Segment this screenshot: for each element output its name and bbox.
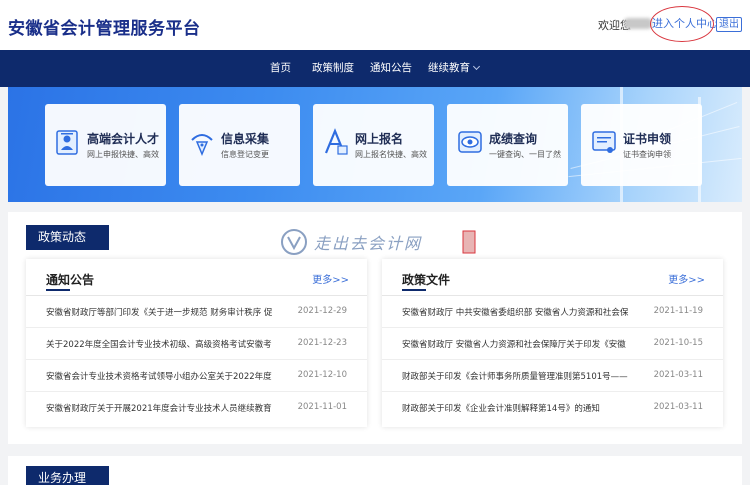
list-item-date: 2021-03-11 bbox=[653, 370, 703, 380]
register-icon bbox=[324, 128, 348, 155]
business-section: 业务办理 bbox=[8, 456, 742, 485]
list-item-title: 安徽省会计专业技术资格考试领导小组办公室关于2022年度 bbox=[46, 372, 272, 382]
list-item-title: 安徽省财政厅等部门印发《关于进一步规范 财务审计秩序 促 bbox=[46, 308, 273, 318]
list-item-title: 安徽省财政厅 安徽省人力资源和社会保障厅关于印发《安徽 bbox=[402, 340, 626, 350]
list-item-date: 2021-12-23 bbox=[297, 338, 347, 348]
feature-subtitle: 网上报名快捷、高效 bbox=[355, 150, 427, 159]
feature-subtitle: 信息登记变更 bbox=[221, 150, 269, 159]
list-item-title: 财政部关于印发《会计师事务所质量管理准则第5101号—— bbox=[402, 372, 628, 382]
red-seal-icon bbox=[462, 230, 476, 254]
feature-title: 证书申领 bbox=[623, 132, 672, 146]
list-item-title: 安徽省财政厅 中共安徽省委组织部 安徽省人力资源和社会保 bbox=[402, 308, 629, 318]
nav-item-home[interactable]: 首页 bbox=[270, 50, 291, 87]
section-title-policy: 政策动态 bbox=[26, 225, 109, 250]
top-header: 安徽省会计管理服务平台 欢迎您 进入个人中心 退出 bbox=[0, 0, 750, 50]
list-item-title: 关于2022年度全国会计专业技术初级、高级资格考试安徽考 bbox=[46, 340, 272, 350]
feature-title: 网上报名 bbox=[355, 132, 404, 146]
list-item[interactable]: 财政部关于印发《企业会计准则解释第14号》的通知 2021-03-11 bbox=[382, 392, 723, 424]
feature-subtitle: 网上申报快捷、高效 bbox=[87, 150, 159, 159]
policies-title: 政策文件 bbox=[402, 273, 451, 287]
feature-title: 信息采集 bbox=[221, 132, 270, 146]
main-nav: 首页 政策制度 通知公告 继续教育 bbox=[0, 50, 750, 87]
site-title: 安徽省会计管理服务平台 bbox=[8, 19, 201, 39]
list-item-date: 2021-03-11 bbox=[653, 402, 703, 412]
list-item-date: 2021-11-19 bbox=[653, 306, 703, 316]
list-item[interactable]: 财政部关于印发《会计师事务所质量管理准则第5101号—— 2021-03-11 bbox=[382, 360, 723, 392]
list-item-date: 2021-11-01 bbox=[297, 402, 347, 412]
title-underline bbox=[46, 289, 70, 291]
feature-subtitle: 证书查询申领 bbox=[623, 150, 671, 159]
eye-icon bbox=[458, 131, 482, 153]
list-item-date: 2021-12-29 bbox=[297, 306, 347, 316]
policy-dynamics-section: 政策动态 走出去会计网 通知公告 更多>> 安徽省财政厅等部门印发《关于进一步规… bbox=[8, 212, 742, 444]
list-item[interactable]: 关于2022年度全国会计专业技术初级、高级资格考试安徽考 2021-12-23 bbox=[26, 328, 367, 360]
nav-item-notices[interactable]: 通知公告 bbox=[370, 50, 412, 87]
pen-icon bbox=[191, 134, 213, 156]
list-item-date: 2021-10-15 bbox=[653, 338, 703, 348]
feature-card-certificate[interactable]: 证书申领 证书查询申领 bbox=[581, 104, 702, 186]
notices-more-link[interactable]: 更多>> bbox=[312, 271, 349, 286]
feature-card-talent[interactable]: 高端会计人才 网上申报快捷、高效 bbox=[45, 104, 166, 186]
policies-more-link[interactable]: 更多>> bbox=[668, 271, 705, 286]
list-item[interactable]: 安徽省财政厅关于开展2021年度会计专业技术人员继续教育 2021-11-01 bbox=[26, 392, 367, 424]
feature-card-score-query[interactable]: 成绩查询 一键查询、一目了然 bbox=[447, 104, 568, 186]
feature-card-info-collection[interactable]: 信息采集 信息登记变更 bbox=[179, 104, 300, 186]
chevron-down-icon bbox=[472, 62, 481, 71]
watermark-logo-icon bbox=[281, 229, 307, 255]
watermark: 走出去会计网 bbox=[280, 228, 476, 258]
feature-subtitle: 一键查询、一目了然 bbox=[489, 150, 561, 159]
title-underline bbox=[402, 289, 426, 291]
feature-card-online-registration[interactable]: 网上报名 网上报名快捷、高效 bbox=[313, 104, 434, 186]
feature-title: 成绩查询 bbox=[489, 132, 538, 146]
list-item-title: 安徽省财政厅关于开展2021年度会计专业技术人员继续教育 bbox=[46, 404, 272, 414]
hero-banner: 高端会计人才 网上申报快捷、高效 信息采集 信息登记变更 网上报名 网上报名快捷… bbox=[8, 87, 742, 202]
list-item[interactable]: 安徽省财政厅等部门印发《关于进一步规范 财务审计秩序 促 2021-12-29 bbox=[26, 296, 367, 328]
personal-center-link[interactable]: 进入个人中心 bbox=[652, 14, 718, 34]
certificate-icon bbox=[592, 131, 616, 153]
list-item[interactable]: 安徽省会计专业技术资格考试领导小组办公室关于2022年度 2021-12-10 bbox=[26, 360, 367, 392]
nav-item-label: 继续教育 bbox=[428, 62, 470, 74]
logout-button[interactable]: 退出 bbox=[716, 17, 742, 32]
blurred-username bbox=[624, 18, 652, 29]
list-item[interactable]: 安徽省财政厅 安徽省人力资源和社会保障厅关于印发《安徽 2021-10-15 bbox=[382, 328, 723, 360]
nav-item-policy[interactable]: 政策制度 bbox=[312, 50, 354, 87]
list-item-date: 2021-12-10 bbox=[297, 370, 347, 380]
list-item-title: 财政部关于印发《企业会计准则解释第14号》的通知 bbox=[402, 404, 600, 414]
watermark-text: 走出去会计网 bbox=[314, 234, 423, 253]
feature-title: 高端会计人才 bbox=[87, 132, 160, 146]
list-item[interactable]: 安徽省财政厅 中共安徽省委组织部 安徽省人力资源和社会保 2021-11-19 bbox=[382, 296, 723, 328]
section-title-business: 业务办理 bbox=[26, 466, 109, 485]
nav-item-continuing-education[interactable]: 继续教育 bbox=[428, 50, 481, 87]
talent-icon bbox=[56, 130, 78, 155]
policy-documents-card: 政策文件 更多>> 安徽省财政厅 中共安徽省委组织部 安徽省人力资源和社会保 2… bbox=[382, 259, 723, 427]
notices-title: 通知公告 bbox=[46, 273, 95, 287]
notices-card: 通知公告 更多>> 安徽省财政厅等部门印发《关于进一步规范 财务审计秩序 促 2… bbox=[26, 259, 367, 427]
